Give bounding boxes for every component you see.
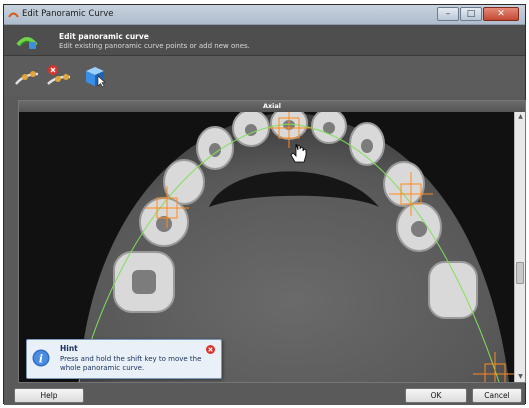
close-icon: ✕ bbox=[497, 9, 505, 19]
cancel-button[interactable]: Cancel bbox=[472, 388, 522, 403]
minimize-icon: – bbox=[445, 9, 451, 19]
scroll-down-icon[interactable]: ▼ bbox=[515, 372, 526, 382]
panoramic-curve-icon bbox=[16, 37, 38, 49]
vertical-scrollbar[interactable]: ▲ ▼ bbox=[514, 112, 525, 382]
minimize-button[interactable]: – bbox=[437, 7, 459, 21]
delete-curve-tool[interactable] bbox=[46, 64, 72, 88]
header-title: Edit panoramic curve bbox=[59, 32, 149, 41]
help-button[interactable]: Help bbox=[14, 388, 84, 403]
close-hint-icon[interactable] bbox=[206, 345, 215, 354]
app-icon bbox=[8, 12, 19, 18]
delete-curve-icon bbox=[47, 65, 71, 85]
scrollbar-thumb[interactable] bbox=[516, 262, 524, 284]
title-bar[interactable]: Edit Panoramic Curve – □ ✕ bbox=[4, 5, 525, 25]
close-button[interactable]: ✕ bbox=[483, 7, 519, 21]
3d-cube-cursor-icon bbox=[86, 67, 106, 88]
window-controls: – □ ✕ bbox=[437, 7, 519, 21]
scroll-up-icon[interactable]: ▲ bbox=[515, 112, 526, 122]
maximize-icon: □ bbox=[466, 9, 476, 19]
hint-popup: i Hint Press and hold the shift key to m… bbox=[26, 339, 222, 379]
maximize-button[interactable]: □ bbox=[460, 7, 482, 21]
info-icon: i bbox=[32, 349, 50, 367]
hint-title: Hint bbox=[60, 344, 78, 353]
view-header: Axial bbox=[19, 101, 525, 112]
svg-text:i: i bbox=[39, 353, 43, 366]
ok-button[interactable]: OK bbox=[405, 388, 467, 403]
view-title: Axial bbox=[262, 102, 282, 110]
edit-curve-icon bbox=[15, 71, 39, 85]
dialog-header: Edit panoramic curve Edit existing panor… bbox=[4, 25, 525, 56]
hint-text: Press and hold the shift key to move the… bbox=[60, 355, 202, 372]
toolbar bbox=[4, 57, 525, 95]
edit-curve-tool[interactable] bbox=[14, 64, 40, 88]
window-title: Edit Panoramic Curve bbox=[22, 9, 114, 19]
dialog-footer: Help OK Cancel bbox=[4, 385, 525, 405]
header-subtitle: Edit existing panoramic curve points or … bbox=[59, 42, 250, 50]
edit-panoramic-curve-dialog: Edit Panoramic Curve – □ ✕ Edit panorami… bbox=[3, 4, 526, 405]
3d-view-tool[interactable] bbox=[82, 64, 108, 88]
